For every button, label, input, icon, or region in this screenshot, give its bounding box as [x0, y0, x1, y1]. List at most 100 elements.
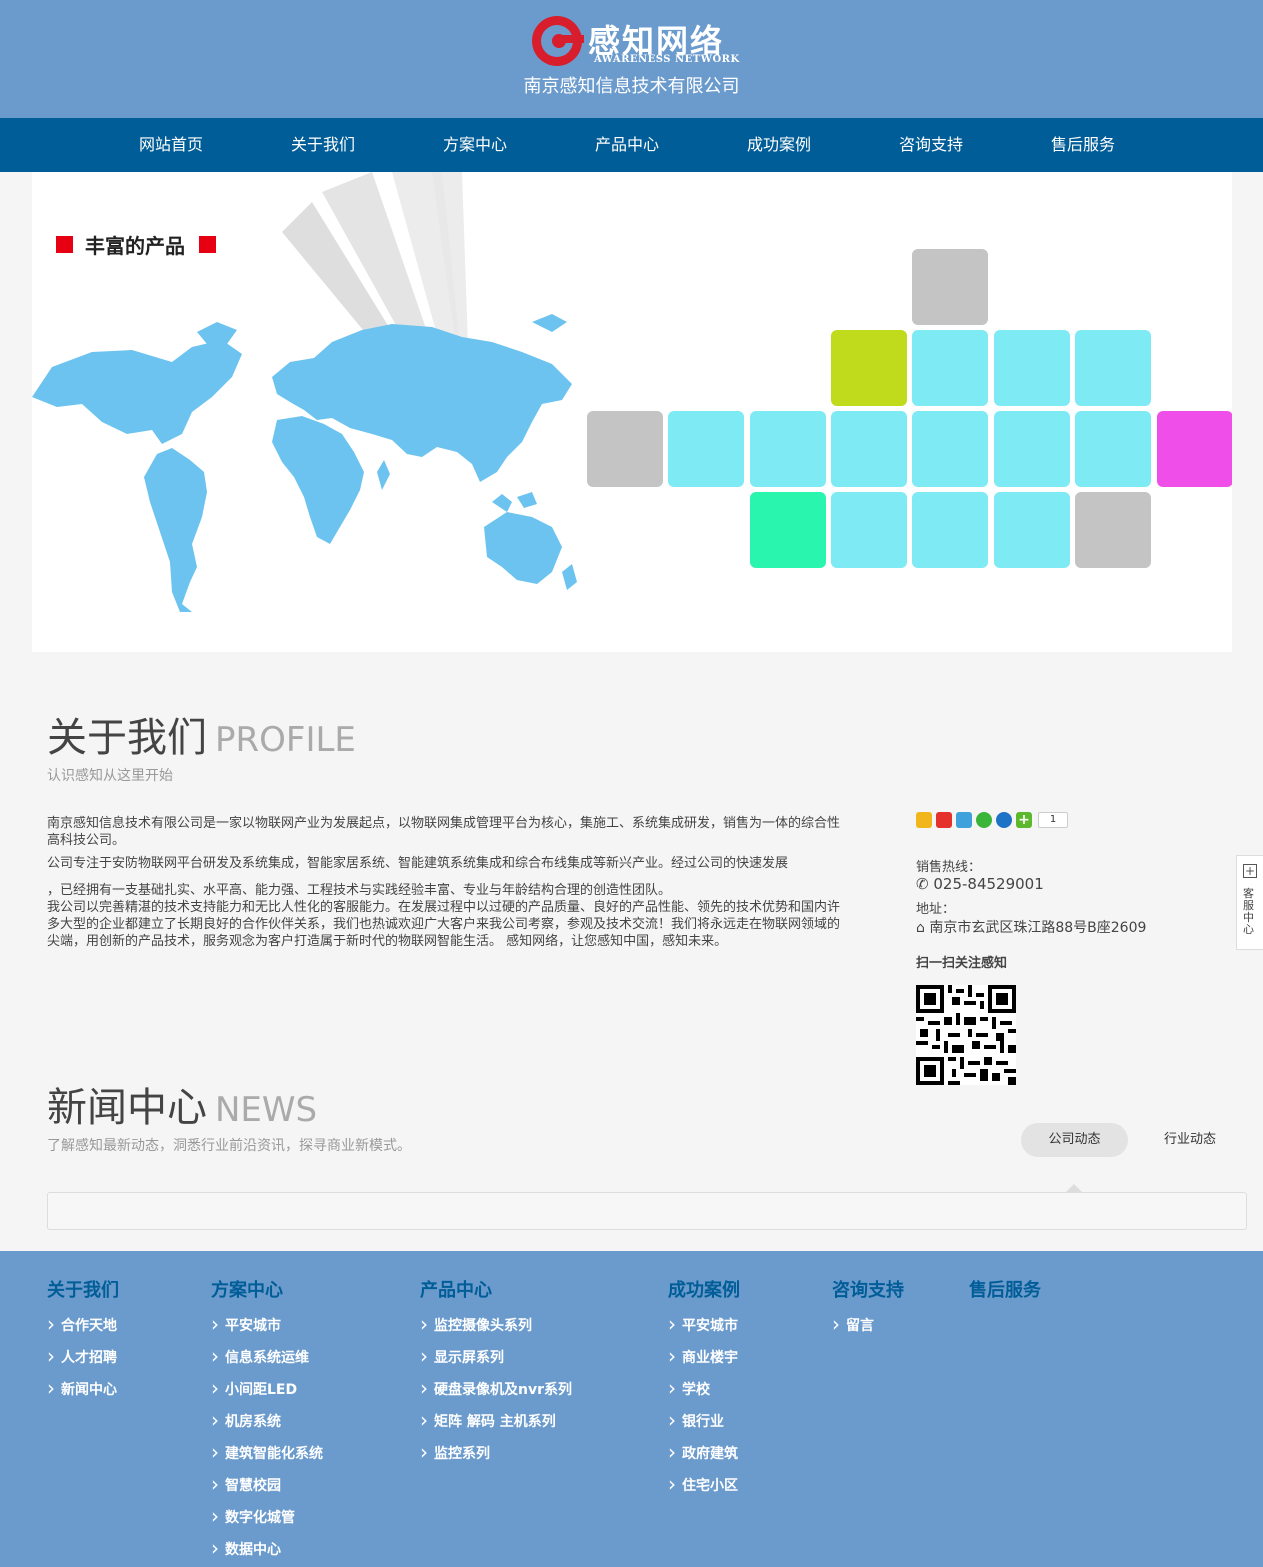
footer-col-support: 咨询支持 留言 — [832, 1276, 904, 1348]
address-text: 南京市玄武区珠江路88号B座2609 — [929, 920, 1147, 936]
product-tile — [668, 411, 744, 487]
product-tile — [912, 330, 988, 406]
more-share-icon[interactable]: + — [1016, 812, 1032, 828]
site-footer: 关于我们 合作天地 人才招聘 新闻中心 方案中心 平安城市 信息系统运维 小间距… — [0, 1251, 1263, 1567]
address: ⌂ 南京市玄武区珠江路88号B座2609 — [916, 917, 1146, 937]
qr-label: 扫一扫关注感知 — [916, 956, 1008, 971]
nav-solutions[interactable]: 方案中心 — [443, 118, 507, 172]
news-title: 新闻中心 NEWS — [47, 1085, 318, 1131]
tab-pointer — [1066, 1184, 1082, 1192]
footer-link[interactable]: 平安城市 — [211, 1314, 323, 1348]
customer-service-widget[interactable]: + 客服中心 — [1236, 855, 1263, 950]
product-tile — [1157, 411, 1232, 487]
news-subtitle: 了解感知最新动态，洞悉行业前沿资讯，探寻商业新模式。 — [47, 1138, 411, 1154]
footer-link[interactable]: 监控系列 — [420, 1442, 572, 1476]
footer-link[interactable]: 矩阵 解码 主机系列 — [420, 1410, 572, 1444]
product-tile — [1075, 330, 1151, 406]
main-nav: 网站首页 关于我们 方案中心 产品中心 成功案例 咨询支持 售后服务 — [0, 118, 1263, 172]
footer-heading[interactable]: 方案中心 — [211, 1276, 323, 1302]
footer-link[interactable]: 住宅小区 — [668, 1474, 740, 1508]
share-bar: + 1 — [916, 812, 1068, 828]
about-paragraph: 公司专注于安防物联网平台研发及系统集成，智能家居系统、智能建筑系统集成和综合布线… — [47, 856, 789, 871]
footer-link[interactable]: 机房系统 — [211, 1410, 323, 1444]
product-tile — [1075, 411, 1151, 487]
product-tile — [912, 411, 988, 487]
footer-col-solutions: 方案中心 平安城市 信息系统运维 小间距LED 机房系统 建筑智能化系统 智慧校… — [211, 1276, 323, 1567]
product-tile — [912, 492, 988, 568]
nav-products[interactable]: 产品中心 — [595, 118, 659, 172]
product-tile — [831, 411, 907, 487]
about-title-en: PROFILE — [215, 720, 356, 760]
footer-link[interactable]: 商业楼宇 — [668, 1346, 740, 1380]
footer-link[interactable]: 建筑智能化系统 — [211, 1442, 323, 1476]
about-subtitle: 认识感知从这里开始 — [47, 768, 173, 784]
expand-icon[interactable]: + — [1243, 864, 1257, 878]
about-paragraph: 南京感知信息技术有限公司是一家以物联网产业为发展起点，以物联网集成管理平台为核心… — [47, 816, 841, 848]
footer-link[interactable]: 留言 — [832, 1314, 904, 1348]
product-tile — [994, 492, 1070, 568]
footer-link[interactable]: 信息系统运维 — [211, 1346, 323, 1380]
hero-banner[interactable]: 丰富的产品 — [32, 172, 1232, 652]
footer-heading[interactable]: 售后服务 — [969, 1276, 1041, 1302]
about-paragraph: ，已经拥有一支基础扎实、水平高、能力强、工程技术与实践经验丰富、专业与年龄结构合… — [47, 883, 672, 898]
nav-home[interactable]: 网站首页 — [139, 118, 203, 172]
hotline: ✆ 025-84529001 — [916, 875, 1044, 893]
phone-number: 025-84529001 — [933, 875, 1044, 893]
footer-link[interactable]: 平安城市 — [668, 1314, 740, 1348]
news-title-en: NEWS — [215, 1090, 318, 1130]
company-name: 南京感知信息技术有限公司 — [523, 76, 740, 97]
product-tile — [912, 249, 988, 325]
nav-about[interactable]: 关于我们 — [291, 118, 355, 172]
world-map — [32, 314, 577, 612]
product-tile — [831, 492, 907, 568]
footer-heading[interactable]: 关于我们 — [47, 1276, 119, 1302]
footer-heading[interactable]: 咨询支持 — [832, 1276, 904, 1302]
footer-col-cases: 成功案例 平安城市 商业楼宇 学校 银行业 政府建筑 住宅小区 — [668, 1276, 740, 1508]
tab-company-news[interactable]: 公司动态 — [1021, 1123, 1128, 1157]
address-label: 地址： — [916, 902, 956, 917]
product-tile — [587, 411, 663, 487]
logo[interactable]: 感知网络 AWARENESS NETWORK — [532, 14, 742, 68]
footer-link[interactable]: 小间距LED — [211, 1378, 323, 1412]
qr-code-icon — [916, 985, 1016, 1085]
red-square-icon — [56, 236, 73, 253]
product-tile — [831, 330, 907, 406]
product-tile — [1075, 492, 1151, 568]
footer-link[interactable]: 硬盘录像机及nvr系列 — [420, 1378, 572, 1412]
product-tile — [994, 411, 1070, 487]
footer-link[interactable]: 学校 — [668, 1378, 740, 1412]
wechat-icon[interactable] — [976, 812, 992, 828]
footer-col-about: 关于我们 合作天地 人才招聘 新闻中心 — [47, 1276, 119, 1412]
renren-icon[interactable] — [996, 812, 1012, 828]
tencent-weibo-icon[interactable] — [956, 812, 972, 828]
news-list — [47, 1192, 1247, 1230]
footer-link[interactable]: 人才招聘 — [47, 1346, 119, 1380]
logo-subtext: AWARENESS NETWORK — [594, 54, 740, 65]
footer-link[interactable]: 智慧校园 — [211, 1474, 323, 1508]
qzone-icon[interactable] — [916, 812, 932, 828]
footer-link[interactable]: 监控摄像头系列 — [420, 1314, 572, 1348]
about-title: 关于我们 PROFILE — [47, 715, 356, 761]
share-count: 1 — [1038, 812, 1068, 828]
product-tile — [750, 411, 826, 487]
banner-heading: 丰富的产品 — [56, 230, 216, 259]
product-tile — [750, 492, 826, 568]
footer-link[interactable]: 银行业 — [668, 1410, 740, 1444]
footer-link[interactable]: 合作天地 — [47, 1314, 119, 1348]
footer-col-after-sales: 售后服务 — [969, 1276, 1041, 1316]
footer-heading[interactable]: 产品中心 — [420, 1276, 572, 1302]
about-body: 南京感知信息技术有限公司是一家以物联网产业为发展起点，以物联网集成管理平台为核心… — [47, 815, 842, 956]
footer-heading[interactable]: 成功案例 — [668, 1276, 740, 1302]
nav-support[interactable]: 咨询支持 — [899, 118, 963, 172]
footer-link[interactable]: 显示屏系列 — [420, 1346, 572, 1380]
footer-link[interactable]: 新闻中心 — [47, 1378, 119, 1412]
footer-link[interactable]: 数字化城管 — [211, 1506, 323, 1540]
nav-after-sales[interactable]: 售后服务 — [1051, 118, 1115, 172]
footer-link[interactable]: 数据中心 — [211, 1538, 323, 1567]
weibo-icon[interactable] — [936, 812, 952, 828]
tab-industry-news[interactable]: 行业动态 — [1138, 1123, 1242, 1157]
nav-cases[interactable]: 成功案例 — [747, 118, 811, 172]
phone-icon: ✆ — [916, 875, 929, 893]
customer-service-label: 客服中心 — [1243, 887, 1254, 936]
footer-link[interactable]: 政府建筑 — [668, 1442, 740, 1476]
